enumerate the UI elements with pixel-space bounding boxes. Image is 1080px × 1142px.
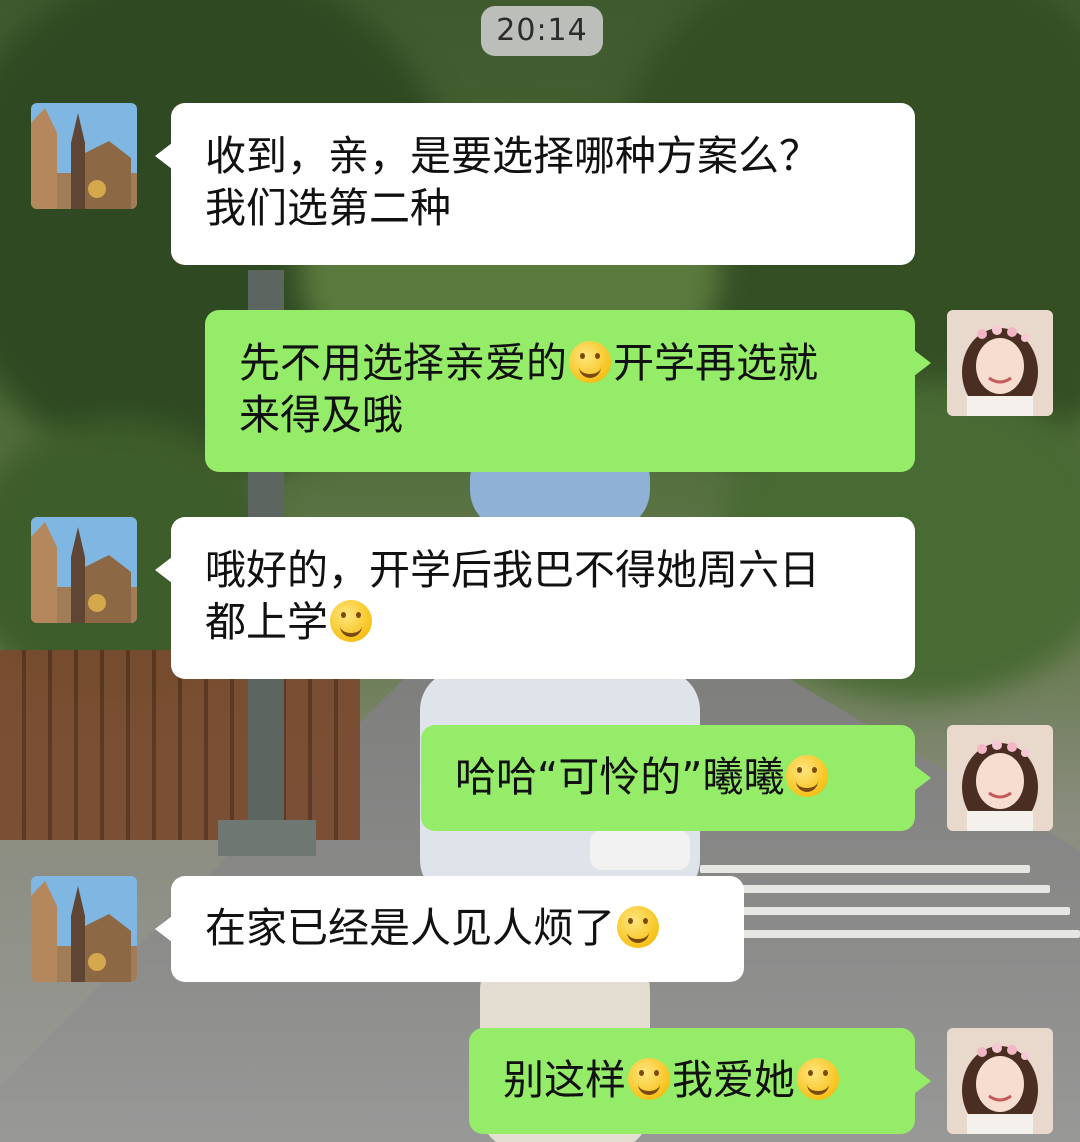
message-text: 在家已经是人见人烦了	[205, 904, 615, 952]
message-text: 我们选第二种	[205, 184, 451, 232]
facepalm-emoji-icon	[330, 600, 372, 642]
cathedral-photo-icon	[31, 103, 137, 209]
message-text: 都上学	[205, 598, 328, 646]
message-text: 收到，亲，是要选择哪种方案么？	[205, 132, 820, 180]
woman-portrait-icon	[947, 725, 1053, 831]
message-bubble-incoming[interactable]: 在家已经是人见人烦了	[155, 876, 744, 982]
message-bubble-incoming[interactable]: 哦好的，开学后我巴不得她周六日 都上学	[155, 517, 915, 679]
woman-portrait-icon	[947, 1028, 1053, 1134]
thinking-face-emoji-icon	[617, 906, 659, 948]
message-timestamp: 20:14	[481, 6, 603, 56]
cathedral-photo-icon	[31, 876, 137, 982]
message-text: 哈哈“可怜的”曦曦	[455, 753, 785, 801]
grinning-face-emoji-icon	[628, 1058, 670, 1100]
message-bubble-incoming[interactable]: 收到，亲，是要选择哪种方案么？ 我们选第二种	[155, 103, 915, 265]
message-text: 我爱她	[672, 1056, 795, 1104]
contact-avatar[interactable]	[31, 517, 137, 623]
my-avatar[interactable]	[947, 1028, 1053, 1134]
message-text: 别这样	[503, 1056, 626, 1104]
message-bubble-outgoing[interactable]: 先不用选择亲爱的 开学再选就 来得及哦	[205, 310, 931, 472]
message-text: 哦好的，开学后我巴不得她周六日	[205, 546, 820, 594]
contact-avatar[interactable]	[31, 876, 137, 982]
message-text: 先不用选择亲爱的	[239, 339, 567, 387]
message-bubble-outgoing[interactable]: 别这样 我爱她	[469, 1028, 931, 1134]
my-avatar[interactable]	[947, 725, 1053, 831]
woman-portrait-icon	[947, 310, 1053, 416]
contact-avatar[interactable]	[31, 103, 137, 209]
kissing-face-emoji-icon	[797, 1058, 839, 1100]
message-text: 开学再选就	[613, 339, 818, 387]
message-text: 来得及哦	[239, 391, 403, 439]
my-avatar[interactable]	[947, 310, 1053, 416]
cathedral-photo-icon	[31, 517, 137, 623]
message-bubble-outgoing[interactable]: 哈哈“可怜的”曦曦	[421, 725, 931, 831]
tears-of-joy-emoji-icon	[786, 755, 829, 797]
hugging-face-emoji-icon	[569, 341, 611, 383]
